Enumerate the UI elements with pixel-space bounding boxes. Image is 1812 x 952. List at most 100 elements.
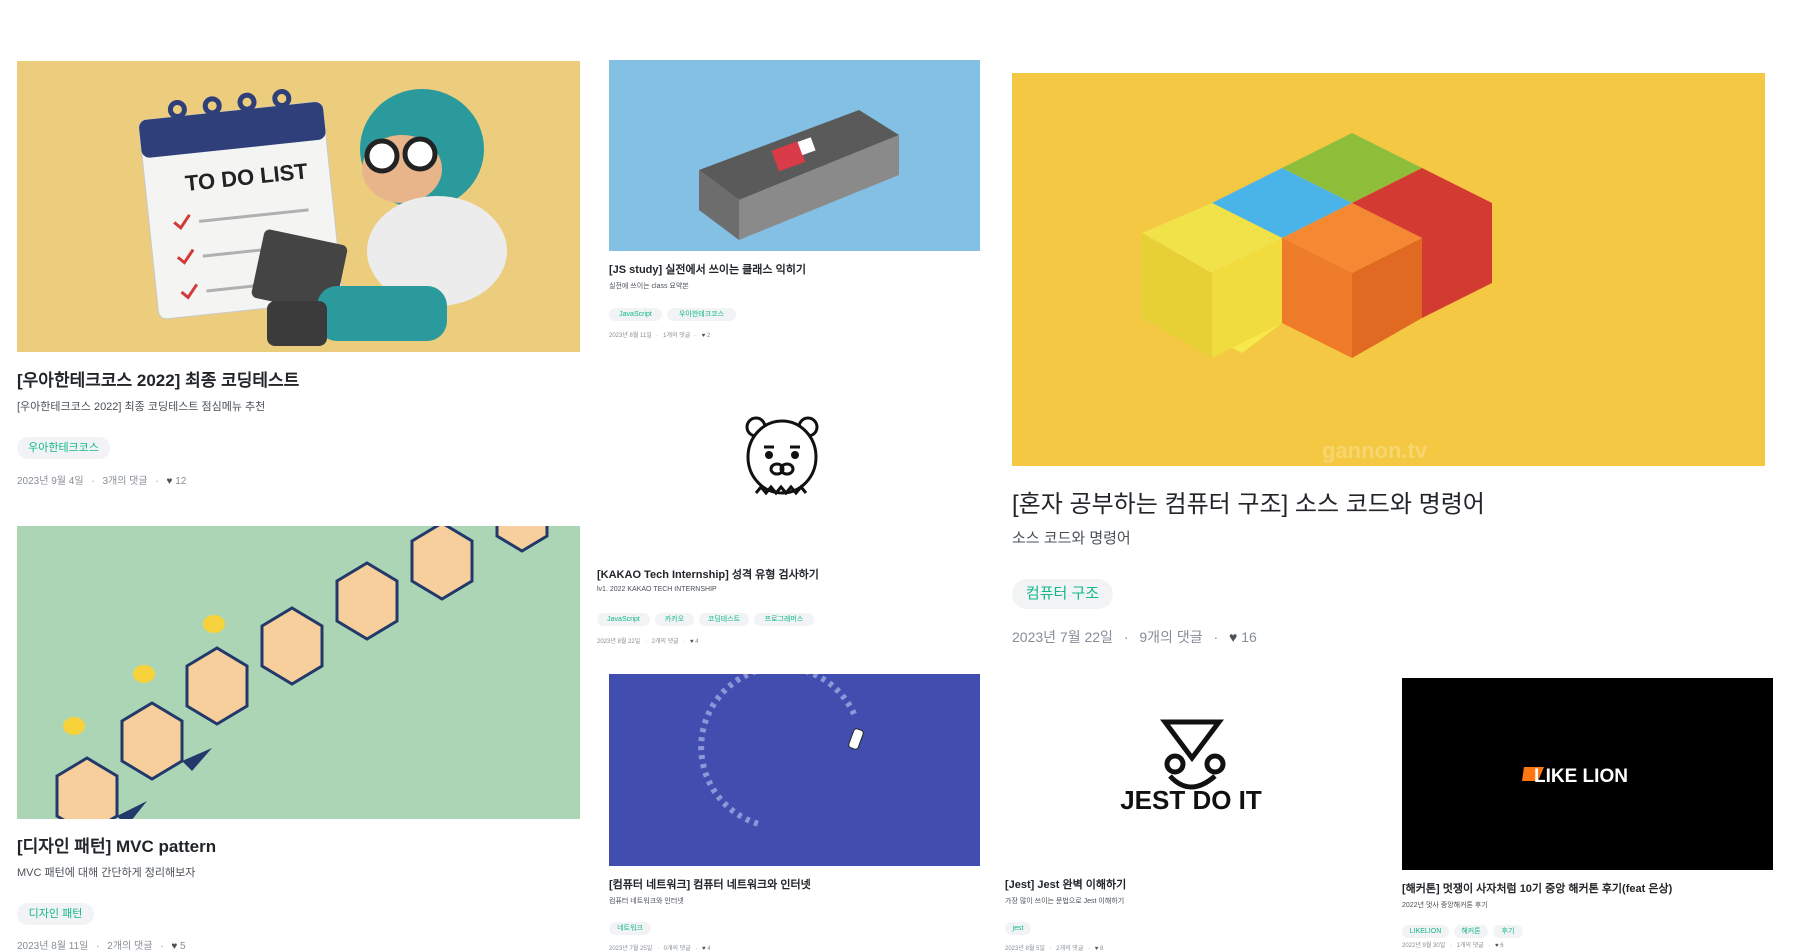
likelion-logo: LIKE LION — [1522, 766, 1628, 787]
post-comments: 2개의 댓글 — [1056, 946, 1084, 952]
meta-separator: · — [1088, 946, 1091, 952]
post-title[interactable]: [컴퓨터 네트워크] 컴퓨터 네트워크와 인터넷 — [609, 876, 811, 892]
post-comments: 1개의 댓글 — [1456, 943, 1484, 949]
post-comments: 2개의 댓글 — [651, 639, 679, 645]
post-comments: 1개의 댓글 — [663, 333, 691, 339]
post-title[interactable]: [디자인 패턴] MVC pattern — [17, 832, 216, 857]
meta-separator: · — [160, 941, 164, 952]
lego-illustration: gannon.tv — [1142, 133, 1492, 463]
post-date: 2023년 7월 22일 — [1012, 629, 1113, 645]
post-title[interactable]: [우아한테크코스 2022] 최종 코딩테스트 — [17, 366, 299, 391]
heart-icon: ♥ — [1495, 943, 1499, 949]
meta-separator: · — [695, 946, 698, 952]
post-tag[interactable]: 컴퓨터 구조 — [1012, 579, 1113, 609]
post-likes: 2 — [706, 333, 711, 339]
post-description: 가장 많이 쓰이는 문법으로 Jest 이해하기 — [1005, 898, 1125, 905]
road-illustration — [699, 110, 899, 240]
post-meta: 2023년 8월 11일 · 1개의 댓글 · ♥ 2 — [609, 330, 710, 339]
meta-separator: · — [644, 639, 647, 645]
post-date: 2023년 8월 11일 — [609, 333, 652, 339]
meta-separator: · — [683, 639, 686, 645]
post-thumbnail[interactable] — [597, 392, 967, 565]
post-likes: 5 — [180, 941, 186, 952]
post-comments: 3개의 댓글 — [102, 476, 148, 487]
post-description: [우아한테크코스 2022] 최종 코딩테스트 점심메뉴 추천 — [17, 401, 266, 413]
post-tag[interactable]: 해커톤 — [1454, 925, 1488, 938]
ryan-illustration — [745, 416, 819, 496]
post-tag[interactable]: 디자인 패턴 — [17, 903, 94, 925]
post-comments: 2개의 댓글 — [107, 941, 153, 952]
meta-separator: · — [1213, 629, 1219, 645]
watermark-text: gannon.tv — [1322, 438, 1428, 463]
post-thumbnail[interactable]: TO DO LIST — [17, 61, 580, 352]
likelion-logo-text: LIKE LION — [1534, 766, 1628, 787]
post-tag[interactable]: 네트워크 — [609, 922, 651, 935]
meta-separator: · — [91, 476, 95, 487]
heart-icon: ♥ — [166, 476, 173, 487]
post-date: 2023년 8월 5일 — [1005, 946, 1045, 952]
post-tag[interactable]: 후기 — [1493, 925, 1523, 938]
post-date: 2023년 7월 25일 — [609, 946, 653, 952]
heart-icon: ♥ — [1094, 946, 1099, 952]
post-likes: 16 — [1241, 629, 1257, 645]
jest-logo-text: JEST DO IT — [1120, 785, 1262, 815]
post-thumbnail[interactable] — [609, 674, 980, 866]
post-likes: 4 — [695, 639, 699, 645]
post-title[interactable]: [KAKAO Tech Internship] 성격 유형 검사하기 — [597, 566, 819, 582]
post-tag[interactable]: 우아한테크코스 — [667, 308, 736, 321]
post-meta: 2023년 8월 22일 · 2개의 댓글 · ♥ 4 — [597, 636, 699, 645]
post-tag[interactable]: JavaScript — [597, 613, 650, 626]
post-comments: 0개의 댓글 — [663, 946, 691, 952]
post-description: 실전에 쓰이는 class 요약본 — [609, 283, 689, 290]
post-meta: 2022년 9월 30일 · 1개의 댓글 · ♥ 6 — [1402, 940, 1504, 949]
satellite-illustration — [698, 674, 864, 827]
post-tag[interactable]: 우아한테크코스 — [17, 437, 110, 459]
todo-illustration: TO DO LIST — [138, 89, 507, 346]
meta-separator: · — [1049, 946, 1052, 952]
meta-separator: · — [1488, 943, 1491, 949]
post-description: 소스 코드와 명령어 — [1012, 530, 1131, 547]
post-likes: 4 — [707, 946, 711, 952]
meta-separator: · — [96, 941, 100, 952]
post-likes: 6 — [1500, 943, 1504, 949]
post-thumbnail[interactable] — [609, 60, 980, 251]
post-meta: 2023년 7월 25일 · 0개의 댓글 · ♥ 4 — [609, 943, 711, 952]
post-date: 2022년 9월 30일 — [1402, 943, 1446, 949]
post-title[interactable]: [혼자 공부하는 컴퓨터 구조] 소스 코드와 명령어 — [1012, 484, 1485, 519]
post-tag[interactable]: 프로그래머스 — [754, 613, 814, 626]
meta-separator: · — [656, 946, 659, 952]
post-title[interactable]: [JS study] 실전에서 쓰이는 클래스 익히기 — [609, 261, 806, 277]
post-meta: 2023년 7월 22일 · 9개의 댓글 · ♥ 16 — [1012, 627, 1257, 647]
heart-icon: ♥ — [1229, 629, 1238, 645]
heart-icon: ♥ — [171, 941, 178, 952]
post-description: 2022년 멋사 중앙해커톤 후기 — [1402, 902, 1488, 909]
post-thumbnail[interactable] — [17, 526, 580, 819]
meta-separator: · — [1449, 943, 1452, 949]
meta-separator: · — [656, 333, 659, 339]
post-likes: 8 — [1099, 946, 1104, 952]
post-thumbnail[interactable]: LIKE LION — [1402, 678, 1773, 870]
heart-icon: ♥ — [701, 333, 706, 339]
post-comments: 9개의 댓글 — [1139, 629, 1203, 645]
post-tag[interactable]: 카카오 — [655, 613, 694, 626]
post-date: 2023년 8월 22일 — [597, 639, 641, 645]
post-tag[interactable]: JavaScript — [609, 308, 662, 321]
post-thumbnail[interactable]: JEST DO IT — [1005, 678, 1377, 870]
post-thumbnail[interactable]: gannon.tv — [1012, 73, 1765, 466]
meta-separator: · — [1123, 629, 1129, 645]
post-likes: 12 — [175, 476, 187, 487]
post-title[interactable]: [해커톤] 멋쟁이 사자처럼 10기 중앙 해커톤 후기(feat 은상) — [1402, 880, 1672, 896]
post-tag[interactable]: jest — [1005, 922, 1031, 935]
heart-icon: ♥ — [690, 639, 694, 645]
post-description: lv1. 2022 KAKAO TECH INTERNSHIP — [597, 586, 717, 593]
post-meta: 2023년 8월 5일 · 2개의 댓글 · ♥ 8 — [1005, 943, 1103, 952]
post-title[interactable]: [Jest] Jest 완벽 이해하기 — [1005, 876, 1126, 892]
post-tag[interactable]: LIKELION — [1402, 925, 1449, 938]
post-date: 2023년 9월 4일 — [17, 476, 84, 487]
jest-logo: JEST DO IT — [1120, 719, 1262, 815]
post-meta: 2023년 9월 4일 · 3개의 댓글 · ♥ 12 — [17, 472, 186, 487]
post-date: 2023년 8월 11일 — [17, 941, 89, 952]
post-tag[interactable]: 코딩테스트 — [699, 613, 749, 626]
meta-separator: · — [155, 476, 159, 487]
post-description: MVC 패턴에 대해 간단하게 정리해보자 — [17, 867, 196, 879]
